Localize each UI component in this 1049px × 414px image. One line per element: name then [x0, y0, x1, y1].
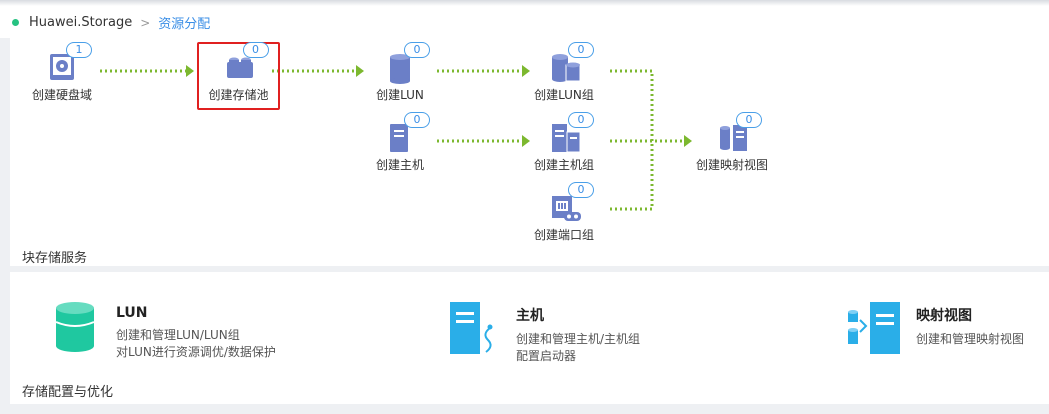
disk-domain-label: 创建硬盘域 [31, 88, 92, 102]
port-group-count-badge: 0 [568, 182, 594, 198]
host-label: 创建主机 [375, 158, 424, 172]
lun-service-desc-2: 对LUN进行资源调优/数据保护 [116, 345, 276, 359]
lun-service-card[interactable]: LUN 创建和管理LUN/LUN组 对LUN进行资源调优/数据保护 [52, 300, 276, 364]
create-disk-domain-node[interactable]: 1 创建硬盘域 [12, 42, 112, 103]
lun-label: 创建LUN [376, 88, 424, 102]
storage-pool-label: 创建存储池 [208, 88, 269, 102]
host-service-card[interactable]: 主机 创建和管理主机/主机组 配置启动器 [448, 300, 640, 364]
storage-pool-icon: 0 [219, 42, 269, 84]
port-group-icon: 0 [544, 182, 594, 224]
lun-group-label: 创建LUN组 [534, 88, 594, 102]
host-service-desc-2: 配置启动器 [516, 349, 577, 363]
storage-pool-count-badge: 0 [242, 42, 269, 58]
lun-icon: 0 [380, 42, 430, 84]
host-service-desc-1: 创建和管理主机/主机组 [516, 332, 641, 346]
host-group-label: 创建主机组 [533, 158, 594, 172]
host-icon: 0 [380, 112, 430, 154]
lun-count-badge: 0 [404, 42, 430, 58]
host-count-badge: 0 [404, 112, 430, 128]
host-service-title: 主机 [516, 308, 544, 324]
mapping-service-desc-1: 创建和管理映射视图 [916, 332, 1025, 346]
port-group-label: 创建端口组 [533, 228, 594, 242]
mapping-service-title: 映射视图 [916, 308, 972, 324]
host-group-icon: 0 [544, 112, 594, 154]
block-storage-section-title: 块存储服务 [22, 251, 88, 266]
mapping-service-card[interactable]: 映射视图 创建和管理映射视图 [846, 300, 1024, 364]
mapping-view-label: 创建映射视图 [695, 158, 768, 172]
mapping-view-icon: 0 [712, 112, 762, 154]
create-lun-node[interactable]: 0 创建LUN [350, 42, 450, 103]
host-service-icon [450, 302, 493, 354]
mapping-view-count-badge: 0 [736, 112, 762, 128]
create-host-group-node[interactable]: 0 创建主机组 [514, 112, 614, 173]
lun-group-count-badge: 0 [568, 42, 594, 58]
create-host-node[interactable]: 0 创建主机 [350, 112, 450, 173]
disk-domain-count-badge: 1 [66, 42, 92, 58]
storage-config-section-title: 存储配置与优化 [22, 385, 114, 400]
create-storage-pool-node[interactable]: 0 创建存储池 [197, 42, 280, 110]
create-mapping-view-node[interactable]: 0 创建映射视图 [682, 112, 782, 173]
lun-group-icon: 0 [544, 42, 594, 84]
create-lun-group-node[interactable]: 0 创建LUN组 [514, 42, 614, 103]
mapping-service-icon [848, 302, 900, 354]
lun-service-desc-1: 创建和管理LUN/LUN组 [116, 328, 240, 342]
host-group-count-badge: 0 [568, 112, 594, 128]
create-port-group-node[interactable]: 0 创建端口组 [514, 182, 614, 243]
disk-domain-icon: 1 [42, 42, 92, 84]
lun-service-title: LUN [116, 305, 148, 321]
lun-service-icon [55, 302, 95, 352]
